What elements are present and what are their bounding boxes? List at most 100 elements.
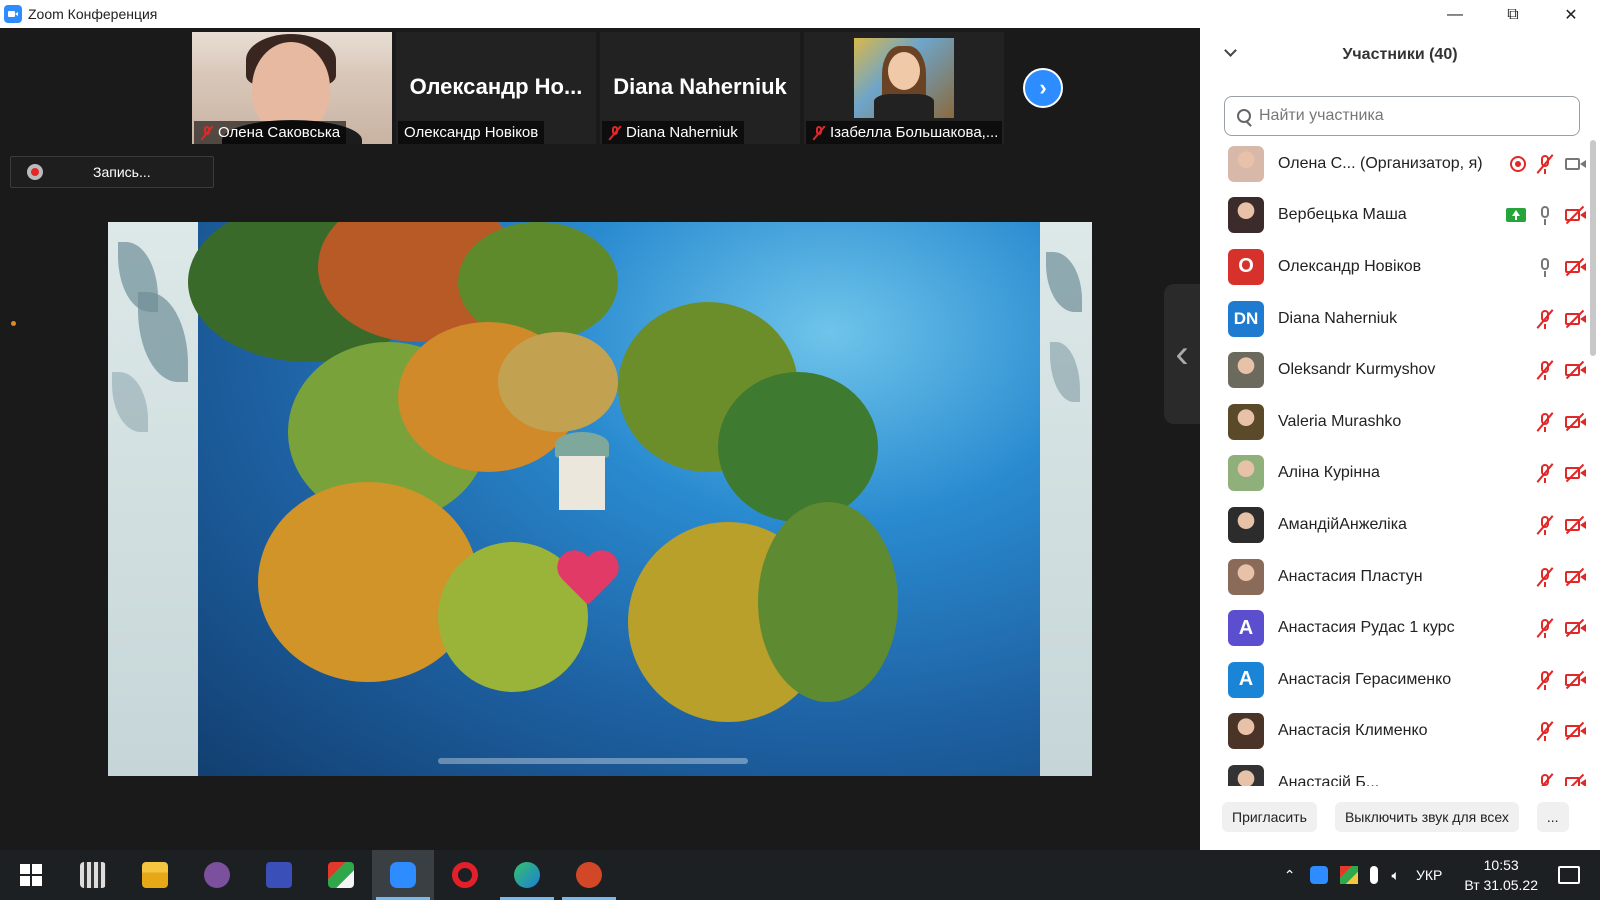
video-tile[interactable]: Олександр Но... Олександр Новіков — [396, 32, 596, 144]
minimize-button[interactable]: — — [1426, 4, 1484, 26]
camera-off-icon[interactable] — [1564, 256, 1586, 278]
camera-icon[interactable] — [1564, 153, 1586, 175]
avatar: O — [1228, 248, 1264, 285]
camera-off-icon[interactable] — [1564, 669, 1586, 691]
video-tile[interactable]: Ізабелла Большакова,... — [804, 32, 1004, 144]
mic-off-icon[interactable] — [1534, 669, 1556, 691]
participant-list-scrollbar[interactable] — [1590, 140, 1596, 356]
camera-off-icon[interactable] — [1564, 772, 1586, 786]
invite-button[interactable]: Пригласить — [1222, 802, 1317, 832]
participant-list[interactable]: Олена С... (Организатор, я) Вербецька Маш… — [1200, 138, 1586, 786]
camera-off-icon[interactable] — [1564, 617, 1586, 639]
camera-off-icon[interactable] — [1564, 204, 1586, 226]
camera-off-icon[interactable] — [1564, 462, 1586, 484]
participant-status-icons — [1534, 617, 1586, 639]
taskbar-app[interactable] — [310, 850, 372, 900]
mic-off-icon[interactable] — [1534, 720, 1556, 742]
camera-off-icon[interactable] — [1564, 720, 1586, 742]
microphone-tray-icon[interactable] — [1369, 866, 1378, 884]
participant-photo — [854, 38, 954, 118]
zoom-logo-icon — [4, 5, 22, 23]
participant-row[interactable]: Анастасія Клименко — [1200, 706, 1586, 758]
record-icon — [27, 164, 43, 180]
mic-off-icon[interactable] — [1534, 566, 1556, 588]
participant-name: Аліна Курінна — [1278, 464, 1380, 482]
taskbar-opera[interactable] — [434, 850, 496, 900]
tile-label: Олена Саковська — [194, 121, 347, 144]
avatar — [1228, 506, 1264, 543]
participant-row[interactable]: A Анастасия Рудас 1 курс — [1200, 602, 1586, 654]
participant-row[interactable]: Олена С... (Организатор, я) — [1200, 138, 1586, 190]
recording-indicator[interactable]: Запись... — [10, 156, 214, 188]
mic-off-icon[interactable] — [1534, 514, 1556, 536]
chevron-up-icon[interactable]: ⌃ — [1284, 867, 1296, 884]
participant-name: Oleksandr Kurmyshov — [1278, 361, 1436, 379]
taskbar-save[interactable] — [248, 850, 310, 900]
tile-label: Ізабелла Большакова,... — [806, 121, 1002, 144]
mic-off-icon[interactable] — [1534, 308, 1556, 330]
clock-date: Вт 31.05.22 — [1464, 877, 1538, 893]
search-box[interactable] — [1224, 96, 1580, 136]
taskbar-explorer[interactable] — [124, 850, 186, 900]
next-page-button[interactable]: › — [1023, 68, 1063, 108]
mute-all-button[interactable]: Выключить звук для всех — [1334, 802, 1519, 832]
participant-row[interactable]: Valeria Murashko — [1200, 396, 1586, 448]
participant-row[interactable]: АмандійАнжеліка — [1200, 499, 1586, 551]
avatar — [1228, 403, 1264, 440]
taskbar-calculator[interactable] — [62, 850, 124, 900]
mic-off-icon[interactable] — [1534, 411, 1556, 433]
close-button[interactable]: ✕ — [1542, 4, 1600, 26]
taskbar-edge[interactable] — [496, 850, 558, 900]
mic-off-icon[interactable] — [1534, 617, 1556, 639]
mic-off-icon[interactable] — [1534, 462, 1556, 484]
participant-row[interactable]: Анастасій Б... — [1200, 757, 1586, 786]
recording-icon — [1510, 155, 1526, 172]
clock[interactable]: 10:53 Вт 31.05.22 — [1464, 855, 1538, 895]
camera-off-icon[interactable] — [1564, 514, 1586, 536]
camera-off-icon[interactable] — [1564, 566, 1586, 588]
start-button[interactable] — [0, 850, 62, 900]
camera-off-icon[interactable] — [1564, 359, 1586, 381]
avatar — [1228, 558, 1264, 595]
collapse-panel-button[interactable]: ‹ — [1164, 284, 1200, 424]
participant-name: Вербецька Маша — [1278, 206, 1407, 224]
mic-off-icon[interactable] — [1534, 153, 1556, 175]
notification-icon[interactable] — [1558, 866, 1580, 884]
video-tile[interactable]: Олена Саковська — [192, 32, 392, 144]
search-input[interactable] — [1259, 107, 1559, 125]
participant-status-icons — [1534, 772, 1586, 786]
more-button[interactable]: ... — [1536, 802, 1569, 832]
participant-row[interactable]: A Анастасія Герасименко — [1200, 654, 1586, 706]
slide-border-right — [1040, 222, 1092, 776]
language-indicator[interactable]: УКР — [1416, 867, 1442, 883]
tile-big-name: Diana Naherniuk — [613, 74, 787, 99]
mic-off-icon[interactable] — [1534, 772, 1556, 786]
meeting-area: Олена Саковська Олександр Но... Олександ… — [0, 28, 1200, 850]
taskbar: ⌃ 🔈︎ УКР 10:53 Вт 31.05.22 — [0, 850, 1600, 900]
taskbar-viber[interactable] — [186, 850, 248, 900]
mic-off-icon[interactable] — [1534, 359, 1556, 381]
participant-row[interactable]: Oleksandr Kurmyshov — [1200, 344, 1586, 396]
participant-row[interactable]: Аліна Курінна — [1200, 448, 1586, 500]
restore-button[interactable]: ⧉ — [1484, 4, 1542, 26]
zoom-tray-icon[interactable] — [1309, 866, 1328, 884]
drive-tray-icon[interactable] — [1339, 866, 1358, 884]
mic-icon[interactable] — [1534, 204, 1556, 226]
participant-name: Анастасія Герасименко — [1278, 670, 1452, 688]
camera-off-icon[interactable] — [1564, 411, 1586, 433]
participant-row[interactable]: DN Diana Naherniuk — [1200, 293, 1586, 345]
camera-off-icon[interactable] — [1564, 308, 1586, 330]
clock-time: 10:53 — [1483, 857, 1519, 873]
participant-name: Олександр Новіков — [1278, 257, 1422, 275]
taskbar-powerpoint[interactable] — [558, 850, 620, 900]
tile-label: Олександр Новіков — [398, 121, 545, 144]
participant-status-icons — [1510, 153, 1586, 175]
participant-row[interactable]: Анастасия Пластун — [1200, 551, 1586, 603]
participant-row[interactable]: O Олександр Новіков — [1200, 241, 1586, 293]
video-tile[interactable]: Diana Naherniuk Diana Naherniuk — [600, 32, 800, 144]
mic-icon[interactable] — [1534, 256, 1556, 278]
volume-icon[interactable]: 🔈︎ — [1392, 867, 1400, 884]
participant-row[interactable]: Вербецька Маша — [1200, 190, 1586, 242]
participant-name: АмандійАнжеліка — [1278, 515, 1407, 533]
taskbar-zoom[interactable] — [372, 850, 434, 900]
